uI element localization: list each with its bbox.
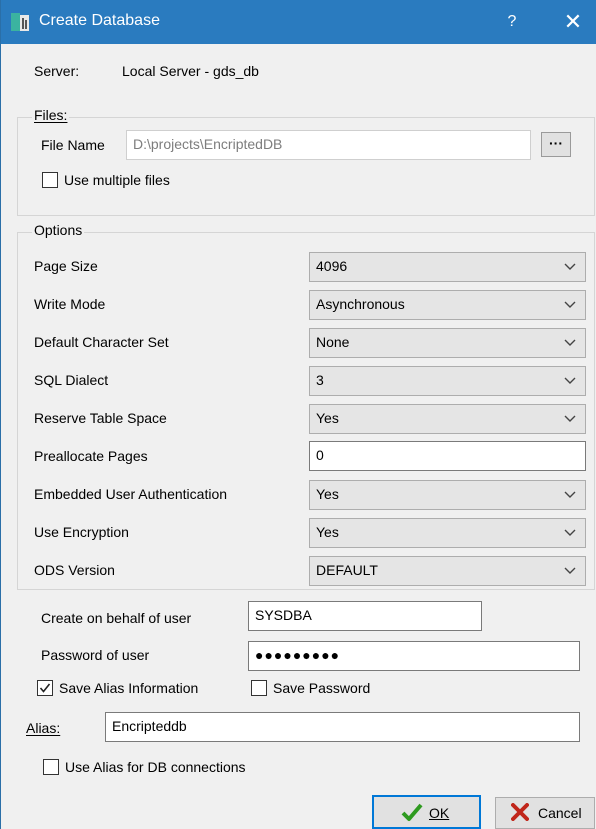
page-size-value: 4096 [316, 258, 348, 274]
chevron-down-icon [564, 339, 576, 346]
chevron-down-icon [564, 415, 576, 422]
sql-dialect-label: SQL Dialect [34, 372, 109, 388]
save-password-label: Save Password [273, 680, 371, 696]
file-name-input[interactable]: D:\projects\EncriptedDB [126, 130, 531, 160]
preallocate-pages-input[interactable]: 0 [309, 441, 586, 471]
sql-dialect-select[interactable]: 3 [309, 366, 586, 396]
use-encryption-label: Use Encryption [34, 524, 129, 540]
cancel-button[interactable]: Cancel [495, 797, 595, 829]
sql-dialect-value: 3 [316, 372, 324, 388]
ods-version-select[interactable]: DEFAULT [309, 556, 586, 586]
file-name-label: File Name [41, 137, 105, 153]
password-label: Password of user [41, 647, 150, 663]
alias-label: Alias: [26, 720, 61, 736]
write-mode-value: Asynchronous [316, 296, 405, 312]
ok-button[interactable]: OK [372, 795, 481, 829]
use-encryption-value: Yes [316, 524, 339, 540]
reserve-table-space-label: Reserve Table Space [34, 410, 167, 426]
help-button[interactable]: ? [497, 10, 527, 34]
use-multiple-files-label: Use multiple files [64, 172, 170, 188]
ods-version-value: DEFAULT [316, 562, 378, 578]
reserve-table-space-value: Yes [316, 410, 339, 426]
chevron-down-icon [564, 567, 576, 574]
title-bar[interactable]: Create Database ? ✕ [1, 0, 596, 44]
files-legend: Files: [32, 107, 70, 123]
use-multiple-files-checkbox[interactable] [42, 172, 58, 188]
behalf-user-label: Create on behalf of user [41, 610, 192, 626]
page-size-select[interactable]: 4096 [309, 252, 586, 282]
write-mode-label: Write Mode [34, 296, 106, 312]
save-alias-label: Save Alias Information [59, 680, 199, 696]
use-alias-label: Use Alias for DB connections [65, 759, 246, 775]
embedded-user-auth-label: Embedded User Authentication [34, 486, 228, 502]
reserve-table-space-select[interactable]: Yes [309, 404, 586, 434]
embedded-user-auth-value: Yes [316, 486, 339, 502]
ods-version-label: ODS Version [34, 562, 115, 578]
default-charset-value: None [316, 334, 350, 350]
password-input[interactable]: ●●●●●●●●● [248, 641, 580, 671]
use-encryption-select[interactable]: Yes [309, 518, 586, 548]
chevron-down-icon [564, 529, 576, 536]
server-label: Server: [34, 63, 80, 79]
server-value: Local Server - gds_db [122, 63, 259, 79]
options-legend: Options [32, 222, 85, 238]
save-password-checkbox[interactable] [251, 680, 267, 696]
create-database-dialog: Create Database ? ✕ Server: Local Server… [0, 0, 596, 829]
ok-button-label: OK [429, 805, 450, 821]
browse-file-button[interactable]: ··· [541, 132, 571, 157]
default-charset-label: Default Character Set [34, 334, 169, 350]
use-alias-checkbox[interactable] [43, 759, 59, 775]
default-charset-select[interactable]: None [309, 328, 586, 358]
chevron-down-icon [564, 377, 576, 384]
close-button[interactable]: ✕ [555, 8, 591, 36]
embedded-user-auth-select[interactable]: Yes [309, 480, 586, 510]
cancel-button-label: Cancel [538, 805, 582, 821]
behalf-user-input[interactable]: SYSDBA [248, 601, 482, 631]
chevron-down-icon [564, 491, 576, 498]
chevron-down-icon [564, 263, 576, 270]
chevron-down-icon [564, 301, 576, 308]
save-alias-checkbox[interactable] [37, 680, 53, 696]
app-icon [11, 11, 31, 33]
window-title: Create Database [39, 12, 160, 29]
alias-input[interactable]: Encripteddb [105, 712, 580, 742]
page-size-label: Page Size [34, 258, 98, 274]
checkmark-icon [39, 683, 51, 693]
check-icon [401, 803, 423, 821]
write-mode-select[interactable]: Asynchronous [309, 290, 586, 320]
x-icon [511, 803, 529, 821]
preallocate-pages-label: Preallocate Pages [34, 448, 148, 464]
